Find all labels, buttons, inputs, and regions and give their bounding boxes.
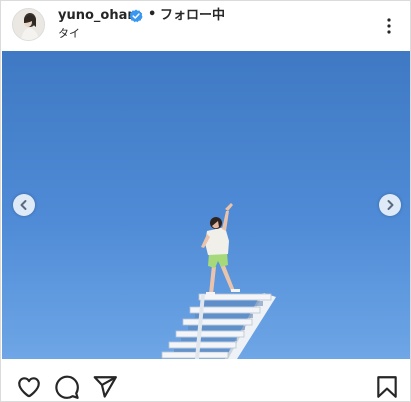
chevron-left-icon [20,200,27,210]
bookmark-icon[interactable] [374,374,400,400]
separator-dot: • [148,7,157,22]
location-link[interactable]: タイ [58,27,80,41]
comment-icon[interactable] [54,374,80,400]
more-options-icon[interactable] [377,14,401,38]
post-header: yuno_ohara • フォロー中 タイ [1,1,410,51]
next-photo-button[interactable] [379,194,401,216]
previous-photo-button[interactable] [13,194,35,216]
heart-icon[interactable] [16,374,42,400]
post-photo[interactable] [2,51,410,359]
verified-badge-icon [129,9,143,23]
post-actions-bar [1,359,410,401]
paper-plane-icon[interactable] [92,374,118,400]
avatar[interactable] [12,8,45,41]
chevron-right-icon [387,200,394,210]
following-button[interactable]: フォロー中 [160,8,225,24]
instagram-post: yuno_ohara • フォロー中 タイ [0,0,411,402]
